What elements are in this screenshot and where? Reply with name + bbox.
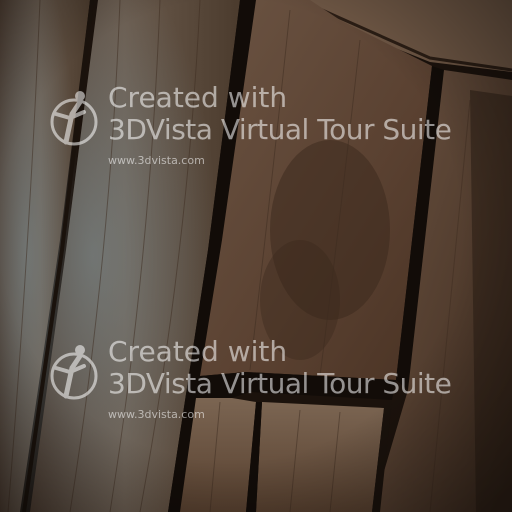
wooden-planks-photo — [0, 0, 512, 512]
watermark-line2: 3DVista Virtual Tour Suite — [108, 367, 452, 400]
watermark: Created with 3DVista Virtual Tour Suite … — [46, 336, 496, 428]
watermark-line2: 3DVista Virtual Tour Suite — [108, 113, 452, 146]
watermark-line1: Created with — [108, 81, 288, 114]
watermark: Created with 3DVista Virtual Tour Suite … — [46, 82, 496, 174]
watermark-line1: Created with — [108, 335, 288, 368]
panorama-view[interactable]: Created with 3DVista Virtual Tour Suite … — [0, 0, 512, 512]
3dvista-logo-icon — [50, 91, 98, 146]
3dvista-logo-icon — [50, 345, 98, 400]
watermark-url: www.3dvista.com — [108, 408, 205, 421]
watermark-url: www.3dvista.com — [108, 154, 205, 167]
